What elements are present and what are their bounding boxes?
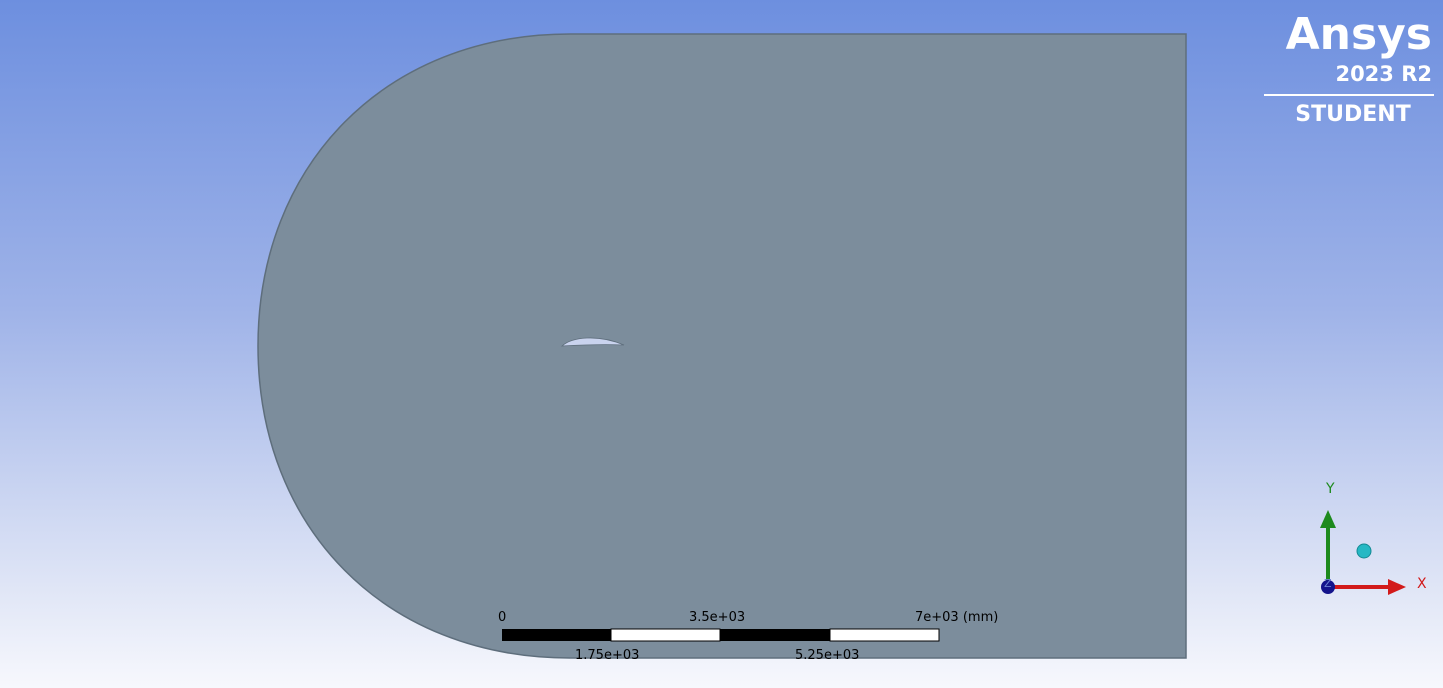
triad-z-label[interactable]: Z <box>1324 577 1332 591</box>
isometric-view-sphere[interactable] <box>1356 543 1372 559</box>
x-axis-arrowhead <box>1388 579 1406 595</box>
y-axis-arrowhead <box>1320 510 1336 528</box>
triad-graphic <box>1320 510 1406 595</box>
triad-x-label[interactable]: X <box>1417 577 1427 591</box>
graphics-viewport[interactable]: Ansys 2023 R2 STUDENT 0 3.5e+03 7e+03 (m… <box>0 0 1443 688</box>
triad-y-label[interactable]: Y <box>1326 482 1335 496</box>
